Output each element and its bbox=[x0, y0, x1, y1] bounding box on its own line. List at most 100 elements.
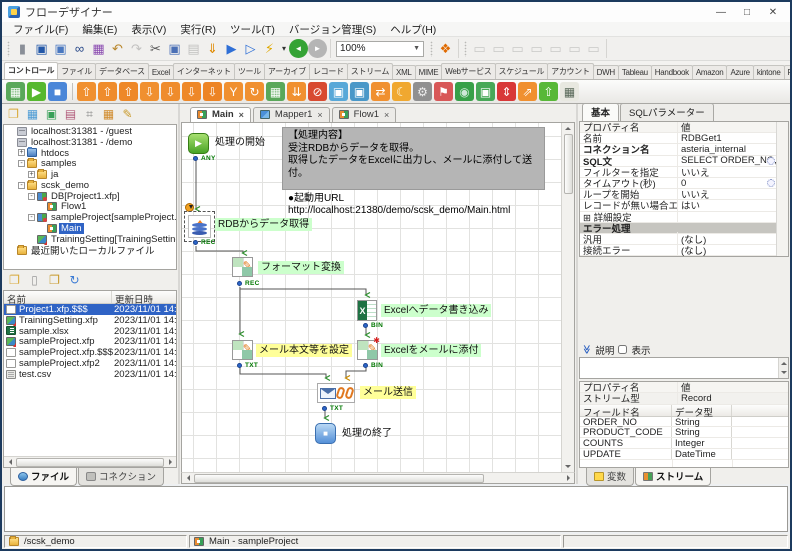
toolbar-icon[interactable]: ▤ bbox=[184, 39, 203, 58]
expression-icon[interactable] bbox=[767, 178, 775, 187]
port-dot[interactable] bbox=[193, 240, 198, 245]
tree-toggle[interactable]: + bbox=[28, 171, 35, 179]
ribbon-tab[interactable]: コントロール bbox=[4, 62, 59, 79]
port-dot[interactable] bbox=[322, 406, 327, 411]
palette-icon[interactable]: ⇊ bbox=[287, 82, 306, 101]
file-row[interactable]: sampleProject.xfp.$$$ 2023/11/01 14:0 bbox=[4, 347, 176, 358]
tree-item[interactable]: - samples bbox=[4, 158, 176, 169]
port-dot[interactable] bbox=[363, 323, 368, 328]
node-start-label[interactable]: 処理の開始 bbox=[212, 136, 268, 149]
property-grid-scrollbar[interactable] bbox=[776, 122, 788, 256]
tree-toggle[interactable]: + bbox=[18, 149, 25, 157]
tree-toggle[interactable]: - bbox=[18, 160, 25, 168]
tree-toolbar-icon[interactable]: ✎ bbox=[119, 106, 136, 122]
canvas-tab[interactable]: Flow1 × bbox=[331, 107, 397, 122]
node-format[interactable]: ✎ bbox=[232, 257, 253, 277]
tree-item[interactable]: + ja bbox=[4, 169, 176, 180]
palette-icon[interactable]: ⇩ bbox=[161, 82, 180, 101]
file-row[interactable]: sampleProject.xfp2 2023/11/01 14:1 bbox=[4, 358, 176, 369]
tree-toggle[interactable] bbox=[38, 225, 45, 232]
description-scrollbar[interactable] bbox=[778, 357, 789, 378]
explorer-tab[interactable]: ファイル bbox=[10, 468, 78, 486]
tree-toggle[interactable]: - bbox=[18, 181, 25, 189]
tree-item[interactable]: 最近開いたローカルファイル bbox=[4, 244, 176, 257]
expression-icon[interactable] bbox=[767, 156, 775, 165]
ribbon-tab[interactable]: ファイル bbox=[57, 63, 97, 79]
stream-type-row[interactable]: ストリーム型 Record bbox=[580, 391, 788, 406]
toolbar-icon[interactable]: ▮ bbox=[13, 39, 32, 58]
close-icon[interactable]: × bbox=[317, 110, 322, 120]
collapse-icon[interactable]: ≫ bbox=[581, 345, 592, 354]
canvas-tab[interactable]: Main × bbox=[190, 107, 251, 122]
node-mail-body[interactable]: ✎ bbox=[232, 340, 253, 360]
ribbon-tab[interactable]: Tableau bbox=[617, 65, 652, 79]
file-toolbar-icon[interactable]: ▯ bbox=[26, 272, 43, 288]
palette-icon[interactable]: ■ bbox=[48, 82, 67, 101]
column-name[interactable]: 名前 bbox=[4, 291, 112, 306]
file-row[interactable]: Project1.xfp.$$$ 2023/11/01 14:1 bbox=[4, 304, 176, 315]
ribbon-tab[interactable]: Webサービス bbox=[441, 63, 496, 79]
log-panel[interactable] bbox=[4, 486, 788, 532]
property-row[interactable]: レコードが無い (フローを終了する) bbox=[677, 254, 678, 256]
palette-icon[interactable]: ⇕ bbox=[497, 82, 516, 101]
palette-icon[interactable]: ▣ bbox=[350, 82, 369, 101]
ribbon-tab[interactable]: MIME bbox=[414, 65, 443, 79]
palette-icon[interactable]: ⚑ bbox=[434, 82, 453, 101]
tree-toggle[interactable] bbox=[28, 236, 35, 243]
palette-icon[interactable]: ⇧ bbox=[98, 82, 117, 101]
toolbar-icon[interactable]: ▣ bbox=[51, 39, 70, 58]
toolbar-icon[interactable]: ▣ bbox=[165, 39, 184, 58]
scroll-up-icon[interactable] bbox=[778, 358, 789, 368]
tree-item[interactable]: localhost:31381 - /demo bbox=[4, 137, 176, 148]
inspector-tab[interactable]: SQLパラメーター bbox=[620, 103, 714, 121]
field-row[interactable]: COUNTS Integer bbox=[580, 438, 788, 449]
scroll-right-icon[interactable] bbox=[165, 457, 176, 467]
palette-icon[interactable]: ▶ bbox=[27, 82, 46, 101]
field-row[interactable]: ORDER_NO String bbox=[580, 416, 788, 428]
node-excel-write[interactable]: X bbox=[357, 300, 377, 321]
tree-toggle[interactable]: - bbox=[28, 192, 35, 200]
canvas-tab[interactable]: Mapper1 × bbox=[252, 107, 330, 122]
palette-icon[interactable]: ⇄ bbox=[371, 82, 390, 101]
file-toolbar-icon[interactable]: ❐ bbox=[6, 272, 23, 288]
toolbar-icon[interactable]: ∞ bbox=[70, 39, 89, 58]
toolbar-icon[interactable]: ► bbox=[308, 39, 327, 58]
canvas-hscrollbar[interactable] bbox=[181, 472, 575, 484]
palette-icon[interactable]: ▣ bbox=[476, 82, 495, 101]
tree-item[interactable]: Flow1 bbox=[4, 201, 176, 212]
menu-item[interactable]: 表示(V) bbox=[124, 21, 173, 38]
close-icon[interactable]: × bbox=[239, 110, 244, 120]
menu-item[interactable]: ヘルプ(H) bbox=[383, 21, 443, 38]
menu-item[interactable]: 編集(E) bbox=[75, 21, 124, 38]
flow-comment[interactable]: 【処理内容】 受注RDBからデータを取得。 取得したデータをExcelに出力し、… bbox=[282, 127, 545, 216]
tree-toolbar-icon[interactable]: ▣ bbox=[43, 106, 60, 122]
menu-item[interactable]: ツール(T) bbox=[223, 21, 282, 38]
menu-item[interactable]: 実行(R) bbox=[173, 21, 223, 38]
ribbon-tab[interactable]: データベース bbox=[95, 63, 149, 79]
show-description-checkbox[interactable] bbox=[618, 345, 628, 354]
node-mail-send[interactable] bbox=[317, 383, 355, 403]
palette-icon[interactable]: ⚙ bbox=[413, 82, 432, 101]
tree-toggle[interactable] bbox=[8, 139, 15, 146]
scroll-right-icon[interactable] bbox=[563, 473, 574, 483]
port-dot[interactable] bbox=[237, 363, 242, 368]
node-excel-write-label[interactable]: Excelへデータ書き込み bbox=[381, 304, 492, 317]
palette-icon[interactable]: ⇩ bbox=[140, 82, 159, 101]
toolbar-icon[interactable]: ↷ bbox=[127, 39, 146, 58]
palette-icon[interactable]: ▦ bbox=[560, 82, 579, 101]
ribbon-tab[interactable]: DWH bbox=[592, 65, 619, 79]
scroll-down-icon[interactable] bbox=[778, 368, 789, 378]
inspector-bottom-tab[interactable]: 変数 bbox=[586, 468, 635, 486]
minimize-button[interactable]: — bbox=[708, 4, 734, 20]
tree-toggle[interactable]: - bbox=[28, 214, 35, 222]
palette-icon[interactable]: ⇩ bbox=[203, 82, 222, 101]
tree-toolbar-icon[interactable]: ⌗ bbox=[81, 106, 98, 122]
file-row[interactable]: sampleProject.xfp 2023/11/01 14:1 bbox=[4, 336, 176, 347]
palette-icon[interactable]: ▦ bbox=[6, 82, 25, 101]
node-excel-attach-label[interactable]: Excelをメールに添付 bbox=[381, 344, 482, 357]
menu-item[interactable]: バージョン管理(S) bbox=[282, 21, 383, 38]
ribbon-tab[interactable]: Platio bbox=[783, 65, 790, 79]
node-mail-body-label[interactable]: メール本文等を設定 bbox=[256, 344, 352, 357]
port-dot[interactable] bbox=[363, 363, 368, 368]
field-row[interactable]: PRODUCT_CODE String bbox=[580, 427, 788, 438]
